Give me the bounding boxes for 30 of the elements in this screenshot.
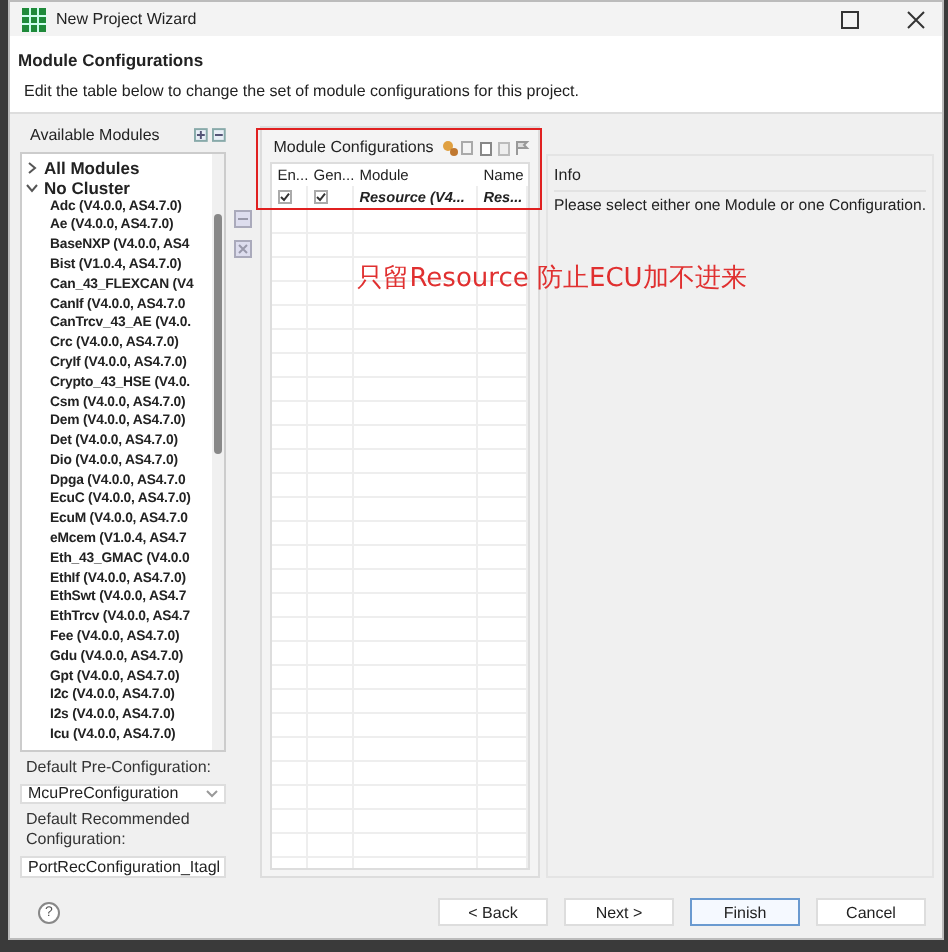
dialog-button[interactable]: Next > <box>564 898 674 926</box>
chevron-right-icon[interactable] <box>26 161 38 174</box>
chevron-down-icon[interactable] <box>26 181 38 194</box>
info-title: Info <box>554 166 926 192</box>
recommended-configuration-dropdown[interactable]: PortRecConfiguration_Itagl <box>20 856 226 878</box>
annotation-text: 只留Resource 防止ECU加不进来 <box>357 262 747 296</box>
field-label: Default Pre-Configuration: <box>24 757 213 778</box>
dialog-button[interactable]: Cancel <box>816 898 926 926</box>
maximize-icon[interactable] <box>840 9 860 29</box>
page-title: Module Configurations <box>18 50 206 70</box>
dialog-button[interactable]: < Back <box>438 898 548 926</box>
panel-title: Module Configurations <box>273 138 434 156</box>
grid-icon <box>22 7 46 31</box>
dialog-button[interactable]: Finish <box>690 898 800 926</box>
scrollbar-thumb[interactable] <box>214 213 222 454</box>
expand-all-icon[interactable] <box>194 128 209 143</box>
checkbox[interactable] <box>277 190 292 204</box>
remove-icon[interactable] <box>233 240 252 258</box>
flag-icon[interactable] <box>514 139 531 155</box>
tree-item[interactable]: No Cluster <box>44 177 130 198</box>
panel-title: Available Modules <box>30 126 162 145</box>
tree-item[interactable]: All Modules <box>44 157 140 178</box>
window-title: New Project Wizard <box>56 10 197 28</box>
close-icon[interactable] <box>906 9 926 29</box>
checkbox[interactable] <box>313 190 328 204</box>
field-label: Default Recommended Configuration: <box>24 810 192 851</box>
page-description: Edit the table below to change the set of module configurations for this project. <box>24 82 581 100</box>
pre-configuration-dropdown[interactable]: McuPreConfiguration <box>20 783 226 805</box>
add-icon[interactable] <box>233 210 252 228</box>
collapse-all-icon[interactable] <box>212 128 227 143</box>
